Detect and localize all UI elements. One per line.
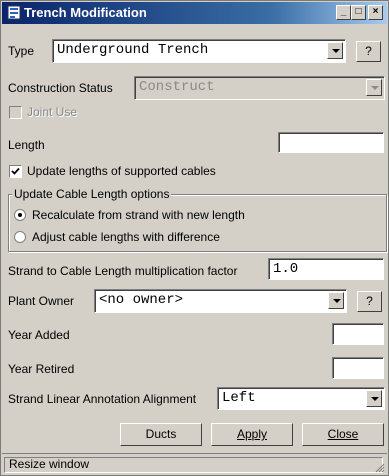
year-added-label: Year Added <box>8 328 70 342</box>
alignment-dropdown[interactable]: Left <box>217 387 385 410</box>
maximize-icon: □ <box>355 6 362 17</box>
status-text: Resize window <box>4 457 383 473</box>
title-bar[interactable]: Trench Modification _ □ × <box>2 2 387 24</box>
radio-recalculate-label: Recalculate from strand with new length <box>32 208 245 222</box>
year-added-input[interactable] <box>332 323 384 345</box>
plant-owner-label: Plant Owner <box>8 294 75 308</box>
status-bar: Resize window <box>2 453 387 475</box>
multiplication-factor-input[interactable]: 1.0 <box>268 258 384 280</box>
type-dropdown[interactable]: Underground Trench <box>52 39 346 63</box>
plant-owner-help-button[interactable]: ? <box>357 291 382 312</box>
length-input[interactable] <box>278 132 384 153</box>
length-label: Length <box>8 138 45 152</box>
resize-grip-icon[interactable] <box>375 463 385 473</box>
year-retired-input[interactable] <box>332 357 384 379</box>
construction-status-dropdown[interactable]: Construct <box>134 76 385 100</box>
window-icon <box>7 5 21 20</box>
type-value: Underground Trench <box>57 42 209 58</box>
radio-adjust-label: Adjust cable lengths with difference <box>32 230 220 244</box>
radio-selected-dot <box>18 213 22 217</box>
minimize-button[interactable]: _ <box>336 5 351 20</box>
joint-use-checkbox[interactable] <box>9 106 22 119</box>
ducts-button-label: Ducts <box>145 427 177 441</box>
maximize-button[interactable]: □ <box>351 5 366 20</box>
close-window-button[interactable]: × <box>368 5 383 20</box>
close-button-label: Close <box>327 427 359 441</box>
chevron-down-icon <box>332 49 340 53</box>
checkmark-icon <box>11 167 20 175</box>
radio-adjust[interactable] <box>14 231 26 243</box>
joint-use-label: Joint Use <box>27 105 78 119</box>
window-title: Trench Modification <box>24 5 147 20</box>
multiplication-factor-value: 1.0 <box>273 261 299 277</box>
chevron-down-icon <box>371 397 379 401</box>
alignment-label: Strand Linear Annotation Alignment <box>8 392 197 406</box>
construction-status-dropdown-button[interactable] <box>366 79 382 96</box>
close-icon: × <box>372 6 379 17</box>
construction-status-value: Construct <box>139 79 215 95</box>
multiplication-factor-label: Strand to Cable Length multiplication fa… <box>8 264 238 278</box>
chevron-down-icon <box>371 86 379 90</box>
year-retired-label: Year Retired <box>8 362 75 376</box>
plant-owner-dropdown[interactable]: <no owner> <box>94 289 347 313</box>
type-help-button[interactable]: ? <box>356 41 381 62</box>
help-icon: ? <box>365 44 372 58</box>
update-lengths-checkbox[interactable] <box>9 165 22 178</box>
ducts-button[interactable]: Ducts <box>120 423 202 446</box>
update-cable-length-group-title: Update Cable Length options <box>12 187 172 201</box>
trench-modification-window: Trench Modification _ □ × Type Undergrou… <box>0 0 389 476</box>
apply-button[interactable]: Apply <box>211 423 293 446</box>
alignment-dropdown-button[interactable] <box>366 390 382 407</box>
update-lengths-label: Update lengths of supported cables <box>27 164 216 178</box>
close-button[interactable]: Close <box>302 423 384 446</box>
help-icon: ? <box>366 294 373 308</box>
type-dropdown-button[interactable] <box>327 42 343 59</box>
plant-owner-dropdown-button[interactable] <box>328 292 344 309</box>
chevron-down-icon <box>333 299 341 303</box>
apply-button-label: Apply <box>236 427 268 441</box>
radio-recalculate[interactable] <box>14 209 26 221</box>
plant-owner-value: <no owner> <box>99 292 184 308</box>
type-label: Type <box>8 44 35 58</box>
minimize-icon: _ <box>340 6 347 17</box>
alignment-value: Left <box>222 390 256 406</box>
construction-status-label: Construction Status <box>8 81 113 95</box>
